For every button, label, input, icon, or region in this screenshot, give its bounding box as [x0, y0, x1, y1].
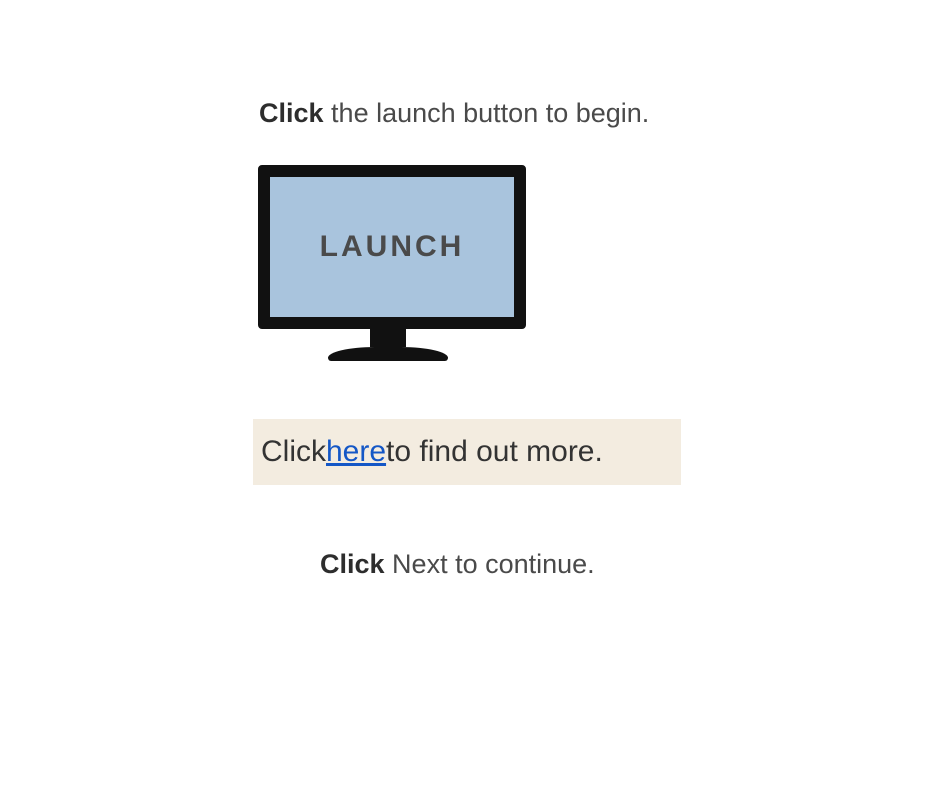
find-out-more-pre: Click [261, 435, 326, 469]
instruction-next: Click Next to continue. [320, 549, 595, 580]
instruction-launch-rest: the launch button to begin. [324, 98, 650, 128]
launch-button[interactable]: LAUNCH [320, 230, 465, 264]
monitor-bezel: LAUNCH [258, 165, 526, 329]
page: Click the launch button to begin. LAUNCH… [0, 0, 940, 788]
instruction-launch-bold: Click [259, 98, 324, 128]
instruction-next-rest: Next to continue. [385, 549, 595, 579]
monitor-screen: LAUNCH [270, 177, 514, 317]
find-out-more-post: to find out more. [386, 435, 603, 469]
find-out-more-box: Click here to find out more. [253, 419, 681, 485]
find-out-more-link[interactable]: here [326, 435, 386, 469]
monitor-neck [370, 329, 406, 347]
instruction-launch: Click the launch button to begin. [259, 98, 649, 129]
monitor-base [328, 347, 448, 361]
instruction-next-bold: Click [320, 549, 385, 579]
monitor-graphic: LAUNCH [258, 165, 518, 361]
